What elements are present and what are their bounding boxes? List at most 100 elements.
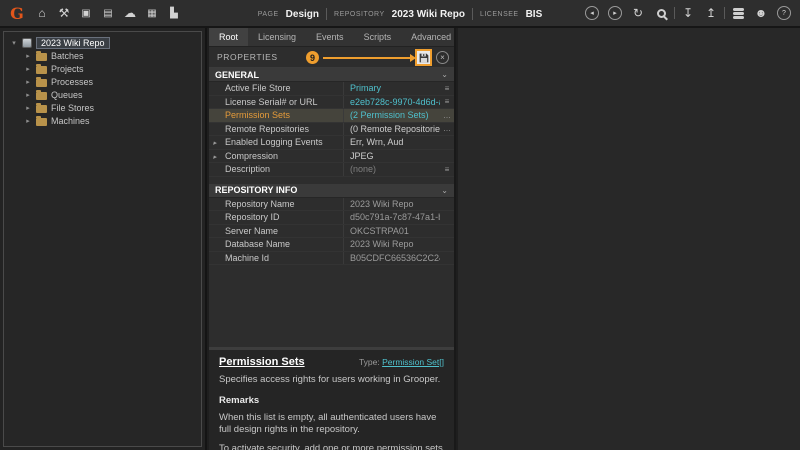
design-tools-button[interactable]: ⚒ [54,3,74,23]
expander-icon[interactable]: ▸ [24,117,32,125]
property-label: Permission Sets [225,110,343,120]
help-remark-1: When this list is empty, all authenticat… [219,412,444,437]
expander-icon[interactable]: ▸ [213,153,217,161]
callout-step-number: 9 [306,51,319,64]
expander-icon[interactable]: ▸ [24,104,32,112]
property-grid: GENERAL ⌄ Active File Store Primary ≡ Li… [209,68,454,347]
projects-button[interactable]: ▤ [98,3,118,23]
bar-chart-icon: ▙ [170,8,178,19]
property-row-compression: ▸ Compression JPEG [209,150,454,164]
menu-icon[interactable]: ≡ [440,165,454,174]
node-tree-panel: ▾ 2023 Wiki Repo ▸ Batches ▸ Projects ▸ … [0,28,207,450]
section-header-general[interactable]: GENERAL ⌄ [209,68,454,82]
property-row-remote-repositories: Remote Repositories (0 Remote Repositori… [209,123,454,137]
projects-icon: ▤ [103,8,112,19]
section-header-repository-info[interactable]: REPOSITORY INFO ⌄ [209,184,454,198]
page-value: Design [286,9,319,20]
home-button[interactable]: ⌂ [32,3,52,23]
chevron-down-icon[interactable]: ⌄ [441,70,448,79]
folder-icon [36,66,47,74]
property-row-server-name: Server Name OKCSTRPA01 [209,225,454,239]
chevron-down-icon[interactable]: ⌄ [441,186,448,195]
property-value[interactable]: (0 Remote Repositories) [343,123,440,136]
refresh-button[interactable]: ↻ [628,3,648,23]
grooper-window: G ⌂ ⚒ ▣ ▤ ☁ ▦ ▙ PAGE Design REPOSITORY 2… [0,0,800,450]
help-title: Permission Sets [219,356,305,368]
cloud-button[interactable]: ☁ [120,3,140,23]
download-icon: ↧ [683,6,693,20]
tab-advanced[interactable]: Advanced [401,28,461,46]
property-value[interactable]: JPEG [343,150,440,163]
property-value[interactable]: e2eb728c-9970-4d6d-ac7f-... [343,96,440,109]
property-value[interactable]: (none) [343,163,440,176]
export-button[interactable]: ↥ [701,3,721,23]
property-label: Repository Name [225,199,343,209]
tree-item-batches[interactable]: ▸ Batches [4,49,201,62]
expander-icon[interactable]: ▸ [213,139,217,147]
grooper-logo-icon[interactable]: G [6,2,28,24]
property-label: Enabled Logging Events [225,137,343,147]
search-button[interactable] [651,3,671,23]
tab-events[interactable]: Events [306,28,354,46]
tab-root[interactable]: Root [209,28,248,46]
tree-item-projects[interactable]: ▸ Projects [4,62,201,75]
property-row-permission-sets: Permission Sets (2 Permission Sets) … [209,109,454,123]
folder-icon [36,79,47,87]
property-label: Database Name [225,239,343,249]
folder-icon [36,53,47,61]
menu-icon[interactable]: ≡ [440,97,454,106]
expander-icon[interactable]: ▸ [24,91,32,99]
upload-icon: ↥ [706,6,716,20]
repository-value: 2023 Wiki Repo [392,9,465,20]
property-value[interactable]: Err, Wrn, Aud [343,136,440,149]
type-label: Type: [359,357,380,367]
property-label: Machine Id [225,253,343,263]
user-button[interactable]: ☻ [751,3,771,23]
batches-button[interactable]: ▣ [76,3,96,23]
properties-title: PROPERTIES [217,52,278,62]
tree-item-processes[interactable]: ▸ Processes [4,75,201,88]
expander-icon[interactable]: ▸ [24,78,32,86]
expander-icon[interactable]: ▸ [24,52,32,60]
tree-item-machines[interactable]: ▸ Machines [4,114,201,127]
tab-licensing[interactable]: Licensing [248,28,306,46]
callout-arrow [323,57,411,59]
licensee-label: LICENSEE [480,11,519,18]
tree-item-label: Queues [51,90,83,100]
save-button[interactable] [415,49,432,66]
section-title: REPOSITORY INFO [215,185,297,195]
cancel-button[interactable]: × [436,51,449,64]
licensee-value: BIS [526,9,543,20]
property-value[interactable]: (2 Permission Sets) [343,109,440,122]
tab-scripts[interactable]: Scripts [354,28,402,46]
node-tree: ▾ 2023 Wiki Repo ▸ Batches ▸ Projects ▸ … [3,31,202,447]
tools-icon: ⚒ [59,6,70,20]
folder-icon [36,105,47,113]
help-button[interactable]: ? [774,3,794,23]
toolbar-left-group: ⌂ ⚒ ▣ ▤ ☁ ▦ ▙ [32,3,184,23]
menu-icon[interactable]: ≡ [440,84,454,93]
import-button[interactable]: ↧ [678,3,698,23]
property-label: Description [225,164,343,174]
top-toolbar: G ⌂ ⚒ ▣ ▤ ☁ ▦ ▙ PAGE Design REPOSITORY 2… [0,0,800,28]
section-gap [209,177,454,184]
tree-item-file-stores[interactable]: ▸ File Stores [4,101,201,114]
database-button[interactable] [728,3,748,23]
tree-root-node[interactable]: ▾ 2023 Wiki Repo [4,36,201,49]
expander-icon[interactable]: ▾ [10,39,18,47]
property-value[interactable]: Primary [343,82,440,95]
ellipsis-icon[interactable]: … [440,124,454,133]
tree-item-label: Processes [51,77,93,87]
expander-icon[interactable]: ▸ [24,65,32,73]
tree-item-queues[interactable]: ▸ Queues [4,88,201,101]
help-icon: ? [777,6,791,20]
property-value: d50c791a-7c87-47a1-b06d-... [343,211,440,224]
search-icon [657,9,666,18]
type-link[interactable]: Permission Set[] [382,357,444,367]
help-remark-2: To activate security, add one or more pe… [219,443,444,450]
properties-column: Root Licensing Events Scripts Advanced P… [209,28,456,450]
file-stores-button[interactable]: ▦ [142,3,162,23]
property-row-description: Description (none) ≡ [209,163,454,177]
ellipsis-icon[interactable]: … [440,111,454,120]
separator [674,7,675,19]
